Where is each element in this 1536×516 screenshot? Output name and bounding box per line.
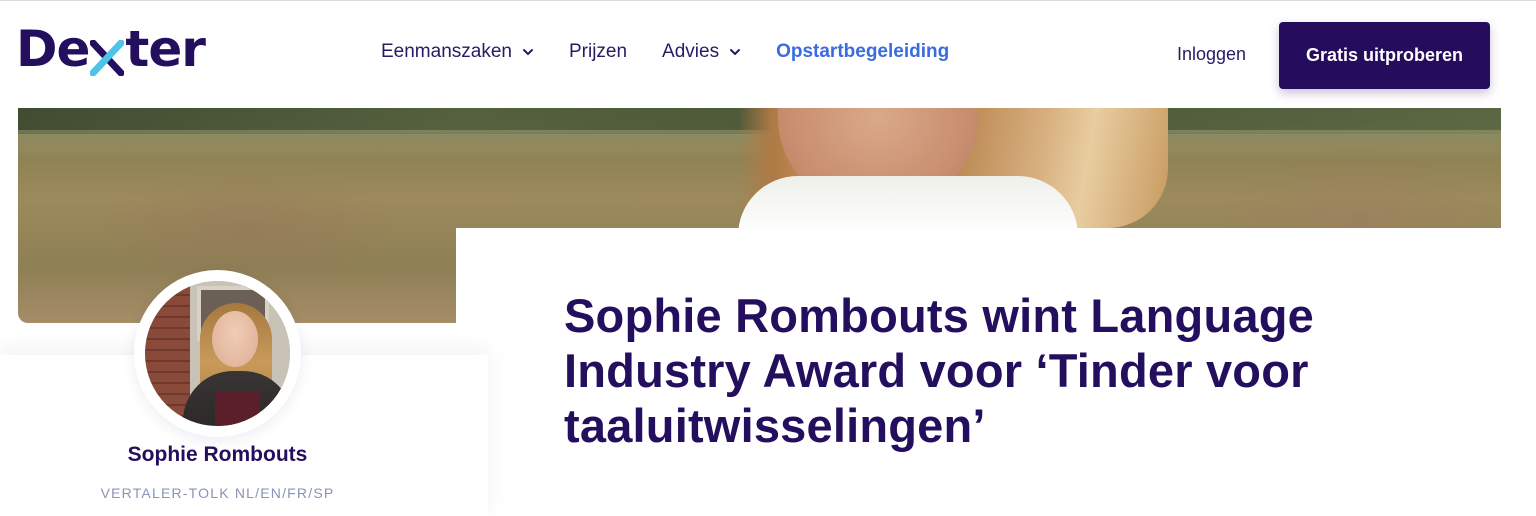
main-nav: Eenmanszaken Prijzen Advies Opstartbegel…: [381, 41, 984, 63]
logo-x-icon: [89, 34, 125, 77]
logo-text-left: De: [16, 20, 90, 78]
nav-item-prijzen[interactable]: Prijzen: [569, 41, 627, 63]
nav-item-label: Eenmanszaken: [381, 41, 512, 62]
logo-text-right: ter: [125, 20, 205, 78]
site-header: De ter Eenmanszaken Prijzen Advies Opsta…: [0, 1, 1536, 108]
chevron-down-icon: [522, 49, 533, 55]
nav-item-opstartbegeleiding[interactable]: Opstartbegeleiding: [776, 41, 949, 63]
dexter-logo[interactable]: De ter: [16, 20, 206, 78]
author-role: VERTALER-TOLK NL/EN/FR/SP: [100, 485, 335, 501]
nav-item-label: Prijzen: [568, 41, 628, 62]
author-avatar: [145, 281, 290, 426]
nav-item-label: Advies: [662, 41, 720, 62]
article-title: Sophie Rombouts wint Language Industry A…: [564, 289, 1314, 452]
nav-item-advies[interactable]: Advies: [662, 41, 741, 63]
nav-item-eenmanszaken[interactable]: Eenmanszaken: [381, 41, 534, 63]
author-name: Sophie Rombouts: [127, 443, 308, 466]
nav-item-label: Opstartbegeleiding: [776, 41, 950, 62]
chevron-down-icon: [730, 49, 741, 55]
free-trial-button[interactable]: Gratis uitproberen: [1279, 22, 1490, 89]
login-link[interactable]: Inloggen: [1177, 44, 1246, 65]
